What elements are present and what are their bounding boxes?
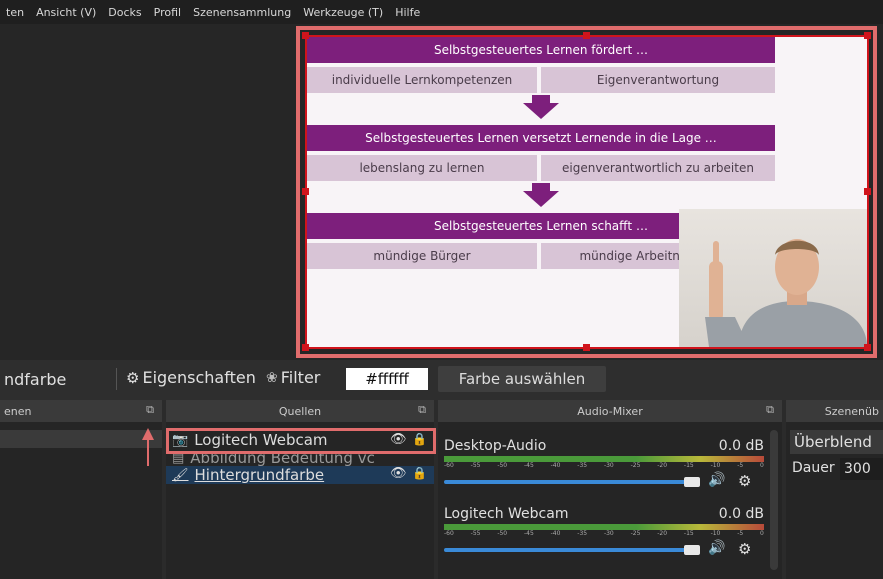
filter-icon: ❀ xyxy=(266,369,278,386)
volume-slider-handle[interactable] xyxy=(684,477,700,487)
mixer-channel-name: Desktop-Audio xyxy=(444,438,547,454)
lock-icon[interactable]: 🔒 xyxy=(412,466,427,480)
mixer-title-label: Audio-Mixer xyxy=(577,404,643,418)
sources-dock: Quellen ⧉ 📷 Logitech Webcam ▤ Abbildung … xyxy=(166,400,436,579)
volume-meter-scale: -60 -55 -50 -45 -40 -35 -30 -25 -20 -15 -10 -5 0 xyxy=(444,530,764,537)
scenes-title-label: enen xyxy=(4,404,32,418)
gear-icon[interactable]: ⚙ xyxy=(738,472,751,490)
mixer-channel-name: Logitech Webcam xyxy=(444,506,569,522)
sources-title-label: Quellen xyxy=(278,404,322,418)
gear-icon: ⚙ xyxy=(126,368,140,387)
scenes-dock-title: enen ⧉ xyxy=(0,400,162,422)
pointer-arrow-head-icon xyxy=(142,428,154,440)
transitions-title-label: Szenenüb xyxy=(824,404,879,418)
source-name-label: ndfarbe xyxy=(4,370,67,389)
resize-handle-tr[interactable] xyxy=(864,32,871,39)
resize-handle-r[interactable] xyxy=(864,188,871,195)
volume-slider[interactable] xyxy=(444,548,694,552)
volume-slider[interactable] xyxy=(444,480,694,484)
gear-icon[interactable]: ⚙ xyxy=(738,540,751,558)
resize-handle-bl[interactable] xyxy=(302,344,309,351)
mixer-channel-db: 0.0 dB xyxy=(718,506,764,522)
filter-button[interactable]: ❀ Filter xyxy=(266,368,320,387)
source-selection-border xyxy=(305,35,869,349)
toolbar-divider xyxy=(116,368,117,390)
scene-list-item-selected[interactable] xyxy=(0,430,162,448)
volume-slider-handle[interactable] xyxy=(684,545,700,555)
audio-mixer-dock: Audio-Mixer ⧉ Desktop-Audio 0.0 dB -60 -5… xyxy=(438,400,782,579)
menu-item-szenensammlung[interactable]: Szenensammlung xyxy=(187,6,297,19)
mixer-scrollbar[interactable] xyxy=(770,430,778,570)
pointer-arrow-stem xyxy=(147,438,149,466)
menu-item-ansicht[interactable]: Ansicht (V) xyxy=(30,6,102,19)
filter-label: Filter xyxy=(280,368,321,387)
resize-handle-l[interactable] xyxy=(302,188,309,195)
color-value-display: #ffffff xyxy=(346,368,428,390)
mixer-channel-db: 0.0 dB xyxy=(718,438,764,454)
volume-meter-scale: -60 -55 -50 -45 -40 -35 -30 -25 -20 -15 -10 -5 0 xyxy=(444,462,764,469)
scenes-dock: enen ⧉ xyxy=(0,400,162,579)
undock-icon[interactable]: ⧉ xyxy=(418,403,426,417)
menu-item-bearbeiten[interactable]: ten xyxy=(0,6,30,19)
menu-bar: ten Ansicht (V) Docks Profil Szenensamml… xyxy=(0,0,883,24)
transition-dropdown[interactable]: Überblend xyxy=(790,430,883,454)
resize-handle-b[interactable] xyxy=(583,344,590,351)
resize-handle-t[interactable] xyxy=(583,32,590,39)
menu-item-werkzeuge[interactable]: Werkzeuge (T) xyxy=(297,6,389,19)
brush-icon: 🖌 xyxy=(172,467,189,483)
mixer-dock-title: Audio-Mixer ⧉ xyxy=(438,400,782,422)
source-item-background[interactable]: 🖌 Hintergrundfarbe xyxy=(172,466,325,484)
source-highlight-box xyxy=(166,428,436,454)
speaker-icon[interactable]: 🔊 xyxy=(708,472,725,488)
menu-item-hilfe[interactable]: Hilfe xyxy=(389,6,426,19)
choose-color-button[interactable]: Farbe auswählen xyxy=(438,366,606,392)
speaker-icon[interactable]: 🔊 xyxy=(708,540,725,556)
menu-item-docks[interactable]: Docks xyxy=(102,6,147,19)
menu-item-profil[interactable]: Profil xyxy=(148,6,187,19)
sources-dock-title: Quellen ⧉ xyxy=(166,400,434,422)
resize-handle-br[interactable] xyxy=(864,344,871,351)
duration-label: Dauer xyxy=(792,460,835,476)
source-label-background: Hintergrundfarbe xyxy=(194,466,325,484)
undock-icon[interactable]: ⧉ xyxy=(766,403,774,417)
properties-button[interactable]: ⚙ Eigenschaften xyxy=(126,368,256,387)
properties-label: Eigenschaften xyxy=(142,368,256,387)
transitions-dock-title: Szenenüb xyxy=(786,400,883,422)
transitions-dock: Szenenüb Überblend Dauer 300 xyxy=(786,400,883,579)
duration-input[interactable]: 300 xyxy=(840,458,883,480)
undock-icon[interactable]: ⧉ xyxy=(146,403,154,417)
source-toolbar: ndfarbe ⚙ Eigenschaften ❀ Filter #ffffff… xyxy=(0,360,883,400)
resize-handle-tl[interactable] xyxy=(302,32,309,39)
visibility-eye-icon[interactable]: 👁 xyxy=(390,466,407,481)
